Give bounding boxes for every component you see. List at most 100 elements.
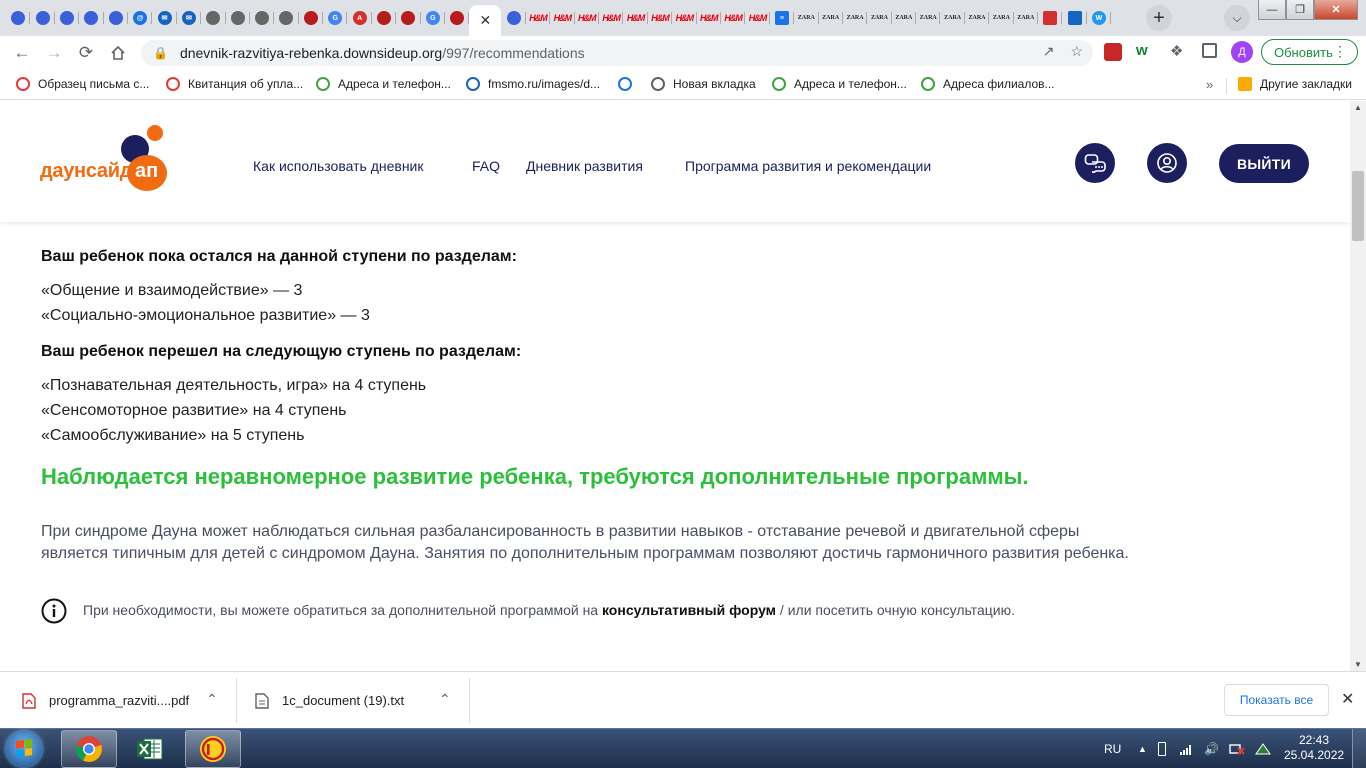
- browser-tab[interactable]: ZARA: [819, 5, 844, 31]
- browser-tab[interactable]: H&M: [550, 5, 575, 31]
- browser-tab[interactable]: H&M: [697, 5, 722, 31]
- browser-tab[interactable]: [501, 5, 527, 31]
- bookmark-item[interactable]: Квитанция об упла...: [166, 77, 303, 91]
- chat-button[interactable]: [1075, 143, 1115, 183]
- side-panel-icon[interactable]: [1202, 43, 1217, 58]
- browser-tab[interactable]: ✉: [177, 5, 202, 31]
- browser-tab[interactable]: @: [128, 5, 153, 31]
- star-icon[interactable]: ☆: [1070, 43, 1083, 60]
- browser-tab[interactable]: [1062, 5, 1088, 31]
- taskbar-1c[interactable]: [185, 730, 241, 768]
- close-icon[interactable]: ✕: [1341, 689, 1354, 709]
- bookmarks-more-button[interactable]: »: [1206, 77, 1213, 92]
- forum-link[interactable]: консультативный форум: [602, 602, 776, 618]
- browser-tab[interactable]: [299, 5, 324, 31]
- browser-tab[interactable]: ZARA: [867, 5, 893, 31]
- update-button[interactable]: Обновить ⋮: [1261, 39, 1358, 65]
- bookmark-item[interactable]: Адреса филиалов...: [921, 77, 1055, 91]
- browser-tab[interactable]: H&M: [721, 5, 746, 31]
- bookmark-item[interactable]: Новая вкладка: [651, 77, 756, 91]
- show-all-downloads-button[interactable]: Показать все: [1224, 684, 1329, 716]
- close-tab-icon[interactable]: ✕: [480, 12, 492, 29]
- browser-tab[interactable]: ≡: [770, 5, 795, 31]
- chevron-up-icon[interactable]: ⌃: [439, 691, 451, 708]
- browser-tab[interactable]: [445, 5, 470, 31]
- logout-button[interactable]: ВЫЙТИ: [1219, 144, 1309, 183]
- minimize-button[interactable]: —: [1258, 0, 1286, 20]
- bookmark-item[interactable]: [618, 77, 640, 91]
- browser-tab[interactable]: [30, 5, 56, 31]
- show-desktop-button[interactable]: [1352, 729, 1366, 768]
- pdf-extension-icon[interactable]: [1104, 43, 1122, 61]
- download-item[interactable]: 1c_document (19).txt: [255, 672, 404, 729]
- browser-tab[interactable]: ZARA: [843, 5, 868, 31]
- browser-tab[interactable]: [55, 5, 80, 31]
- browser-tab[interactable]: ZARA: [965, 5, 990, 31]
- nav-faq[interactable]: FAQ: [472, 158, 500, 174]
- browser-tab[interactable]: [201, 5, 226, 31]
- signal-icon[interactable]: [1180, 729, 1194, 768]
- browser-tab[interactable]: A: [347, 5, 373, 31]
- download-item[interactable]: programma_razviti....pdf: [22, 672, 189, 729]
- profile-avatar[interactable]: Д: [1231, 41, 1253, 63]
- browser-tab[interactable]: [104, 5, 129, 31]
- network-alert-icon[interactable]: [1229, 729, 1245, 768]
- profile-button[interactable]: [1147, 143, 1187, 183]
- browser-tab[interactable]: H&M: [672, 5, 697, 31]
- browser-tab[interactable]: [250, 5, 275, 31]
- back-button[interactable]: ←: [6, 39, 38, 67]
- home-button[interactable]: [102, 39, 134, 67]
- nav-development-diary[interactable]: Дневник развития: [526, 158, 643, 174]
- start-button[interactable]: [6, 731, 42, 767]
- browser-tab[interactable]: [396, 5, 422, 31]
- nav-program-recommendations[interactable]: Программа развития и рекомендации: [685, 158, 931, 174]
- browser-tab[interactable]: W: [1087, 5, 1112, 31]
- security-center-icon[interactable]: [1255, 729, 1271, 768]
- browser-tab[interactable]: ZARA: [989, 5, 1015, 31]
- browser-tab[interactable]: ZARA: [940, 5, 966, 31]
- other-bookmarks[interactable]: Другие закладки: [1238, 77, 1352, 91]
- browser-tab[interactable]: H&M: [526, 5, 551, 31]
- maximize-button[interactable]: ❐: [1286, 0, 1314, 20]
- browser-tab[interactable]: H&M: [623, 5, 649, 31]
- nav-how-to-use[interactable]: Как использовать дневник: [253, 158, 424, 174]
- browser-tab[interactable]: H&M: [648, 5, 673, 31]
- browser-tab[interactable]: G: [323, 5, 348, 31]
- chevron-up-icon[interactable]: ⌃: [206, 691, 218, 708]
- forward-button[interactable]: →: [38, 39, 70, 67]
- bookmark-item[interactable]: Адреса и телефон...: [316, 77, 451, 91]
- bookmark-item[interactable]: Адреса и телефон...: [772, 77, 907, 91]
- browser-tab[interactable]: ZARA: [794, 5, 819, 31]
- page-scrollbar[interactable]: ▲ ▼: [1350, 101, 1366, 671]
- system-clock[interactable]: 22:43 25.04.2022: [1284, 733, 1344, 763]
- site-logo[interactable]: даунсайд ап: [40, 123, 170, 193]
- scroll-up-arrow-icon[interactable]: ▲: [1354, 103, 1362, 112]
- scroll-down-arrow-icon[interactable]: ▼: [1354, 660, 1362, 669]
- browser-tab[interactable]: ✉: [152, 5, 178, 31]
- close-window-button[interactable]: ✕: [1314, 0, 1358, 20]
- browser-tab-active[interactable]: ✕: [469, 5, 502, 36]
- taskbar-excel[interactable]: [122, 730, 178, 768]
- browser-tab[interactable]: G: [421, 5, 446, 31]
- new-tab-button[interactable]: +: [1146, 5, 1172, 31]
- language-indicator[interactable]: RU: [1104, 729, 1121, 768]
- bookmark-item[interactable]: Образец письма с...: [16, 77, 149, 91]
- taskbar-chrome[interactable]: [61, 730, 117, 768]
- browser-tab[interactable]: [1038, 5, 1063, 31]
- browser-tab[interactable]: H&M: [599, 5, 624, 31]
- browser-tab[interactable]: [372, 5, 397, 31]
- tab-search-button[interactable]: ⌵: [1224, 5, 1250, 31]
- battery-icon[interactable]: [1158, 729, 1166, 768]
- browser-tab[interactable]: ZARA: [892, 5, 917, 31]
- address-bar[interactable]: 🔒 dnevnik-razvitiya-rebenka.downsideup.o…: [141, 40, 1093, 66]
- puzzle-extensions-icon[interactable]: ❖: [1170, 42, 1183, 60]
- browser-tab[interactable]: [6, 5, 31, 31]
- volume-icon[interactable]: 🔊: [1204, 729, 1219, 768]
- browser-tab[interactable]: [226, 5, 251, 31]
- reload-button[interactable]: ⟳: [70, 39, 102, 67]
- wave-extension-icon[interactable]: w: [1136, 42, 1148, 59]
- browser-tab[interactable]: [79, 5, 104, 31]
- share-icon[interactable]: ↗: [1043, 43, 1055, 60]
- scroll-thumb[interactable]: [1352, 171, 1364, 241]
- browser-tab[interactable]: H&M: [575, 5, 600, 31]
